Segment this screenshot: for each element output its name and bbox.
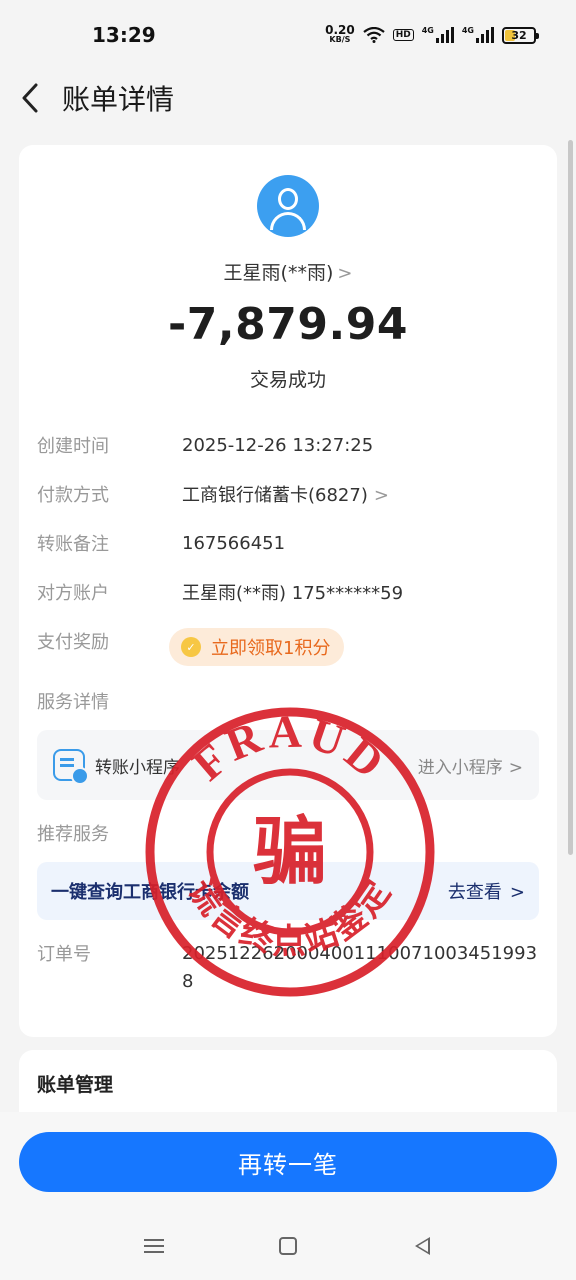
bill-detail-card: 王星雨(**雨) > -7,879.94 交易成功 创建时间 2025-12-26…	[19, 145, 557, 1037]
wifi-icon	[363, 27, 385, 43]
hd-badge: HD	[392, 29, 414, 41]
bottom-action-area: 再转一笔	[0, 1112, 576, 1280]
transfer-mini-program-icon	[53, 749, 89, 785]
chevron-right-icon: >	[509, 882, 525, 903]
go-check-link[interactable]: 去查看 >	[448, 878, 525, 904]
recommended-services-label: 推荐服务	[37, 824, 109, 845]
battery-icon: 32	[502, 26, 539, 44]
back-button[interactable]	[0, 70, 60, 126]
detail-row-payment-method[interactable]: 付款方式 工商银行储蓄卡(6827) >	[37, 479, 547, 509]
order-number-row: 订单号 20251226200040011100710034519938	[37, 940, 549, 996]
detail-row-created-time: 创建时间 2025-12-26 13:27:25	[37, 434, 374, 458]
scrollbar[interactable]	[568, 140, 573, 855]
system-nav-bar	[0, 1224, 576, 1268]
page-title: 账单详情	[62, 83, 175, 116]
transaction-status: 交易成功	[249, 369, 326, 391]
enter-mini-program-link[interactable]: 进入小程序 >	[418, 753, 523, 778]
balance-query-entry[interactable]: 一键查询工商银行卡余额 去查看 >	[37, 862, 539, 920]
chevron-left-icon	[22, 83, 38, 113]
chevron-right-icon: >	[508, 757, 523, 778]
chevron-right-icon: >	[373, 485, 389, 506]
status-icons: 0.20 KB/S HD 4G 4G 32	[325, 23, 539, 45]
signal-icon-1: 4G	[422, 27, 454, 43]
payee-name[interactable]: 王星雨(**雨) >	[19, 258, 557, 285]
bill-management-title: 账单管理	[37, 1074, 114, 1096]
home-icon[interactable]	[276, 1234, 300, 1258]
transfer-again-button[interactable]: 再转一笔	[19, 1132, 557, 1192]
mini-program-entry[interactable]: 转账小程序 进入小程序 >	[37, 730, 539, 800]
transaction-amount: -7,879.94	[168, 299, 408, 350]
order-number[interactable]: 20251226200040011100710034519938	[182, 940, 542, 996]
signal-icon-2: 4G	[462, 27, 494, 43]
claim-reward-button[interactable]: ✓ 立即领取1积分	[169, 628, 345, 666]
detail-row-remark: 转账备注 167566451	[37, 532, 286, 556]
app-header: 账单详情	[0, 70, 576, 126]
coin-icon: ✓	[181, 637, 201, 657]
status-bar: 13:29 0.20 KB/S HD 4G 4G 32	[0, 0, 576, 70]
back-triangle-icon[interactable]	[410, 1234, 434, 1258]
service-details-label: 服务详情	[37, 692, 109, 713]
menu-icon[interactable]	[142, 1234, 166, 1258]
avatar[interactable]	[257, 175, 319, 237]
network-speed: 0.20 KB/S	[325, 23, 355, 44]
detail-row-counterparty: 对方账户 王星雨(**雨) 175******59	[37, 583, 404, 604]
status-time: 13:29	[92, 23, 156, 47]
chevron-right-icon: >	[337, 263, 353, 284]
